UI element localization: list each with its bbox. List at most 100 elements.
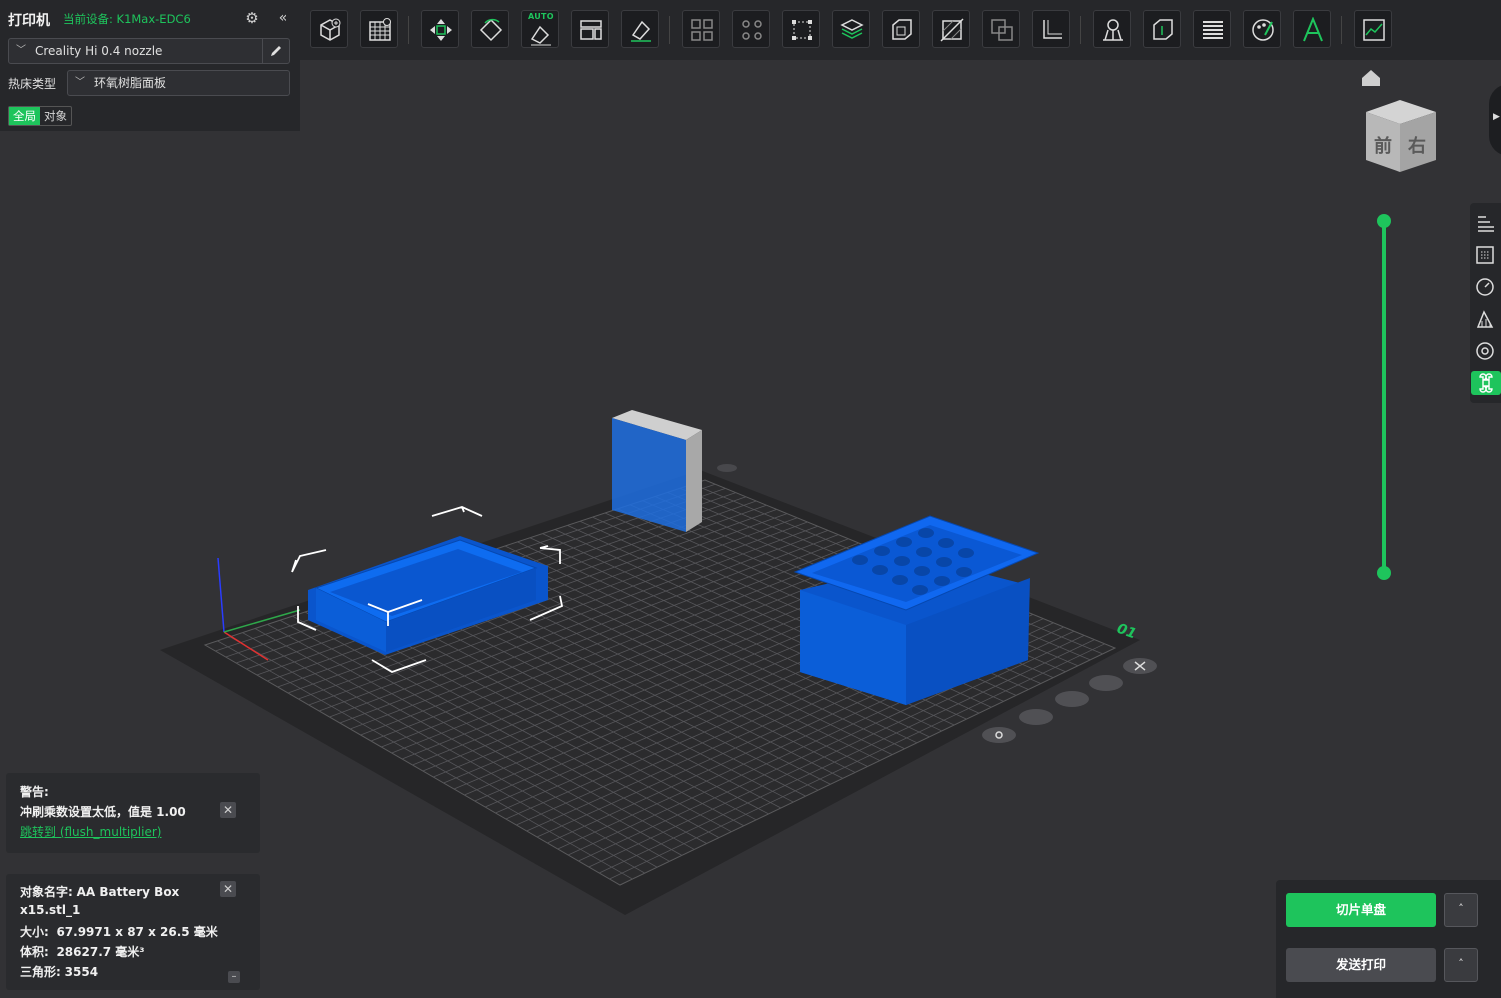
scale-button[interactable]: [782, 10, 820, 48]
layer-slider-track[interactable]: [1377, 214, 1391, 580]
side-support-button[interactable]: [1474, 308, 1498, 332]
seam-button[interactable]: [1143, 10, 1181, 48]
object-name-label: 对象名字:: [20, 885, 73, 899]
layer-slider-bottom-handle[interactable]: [1377, 566, 1391, 580]
assembly-view-button[interactable]: [1354, 10, 1392, 48]
measure-icon: [1043, 20, 1062, 39]
view-cube[interactable]: 前 右: [1366, 100, 1436, 172]
boolean-button[interactable]: [982, 10, 1020, 48]
object-triangles-label: 三角形:: [20, 965, 61, 979]
command-icon: [1479, 373, 1493, 393]
slice-plane-button[interactable]: [832, 10, 870, 48]
split-parts-button[interactable]: [732, 10, 770, 48]
arrange-icon: [580, 20, 602, 40]
object-triangles-value: 3554: [64, 965, 99, 979]
plate-arrange-icon[interactable]: [1089, 675, 1123, 691]
toolbar-divider: [669, 16, 670, 44]
plate-settings-icon[interactable]: [982, 727, 1016, 743]
add-plate-button[interactable]: [360, 10, 398, 48]
cube-face-front: 前: [1374, 135, 1392, 157]
support-paint-button[interactable]: [1093, 10, 1131, 48]
slice-options-button[interactable]: ˄: [1444, 893, 1478, 927]
support-icon: [1476, 310, 1494, 328]
side-layers-button[interactable]: [1474, 212, 1498, 236]
auto-tag: AUTO: [528, 12, 554, 21]
send-print-button[interactable]: 发送打印: [1286, 948, 1436, 982]
action-panel: 切片单盘 ˄ 发送打印 ˄: [1276, 880, 1501, 998]
top-toolbar: AUTO: [300, 0, 1501, 60]
expand-panel-button[interactable]: ▶: [1489, 84, 1501, 156]
object-card-close-icon[interactable]: ✕: [220, 881, 236, 897]
pencil-icon: [271, 46, 281, 56]
warning-link[interactable]: 跳转到 (flush_multiplier): [20, 823, 161, 840]
plate-handle-icon: [717, 464, 737, 472]
printer-title: 打印机: [8, 13, 50, 29]
split-parts-icon: [742, 20, 762, 40]
print-options-button[interactable]: ˄: [1444, 948, 1478, 982]
lay-on-face-icon: [631, 20, 651, 42]
side-filament-button[interactable]: [1474, 340, 1498, 364]
object-card-collapse-icon[interactable]: –: [228, 971, 240, 983]
cube-face-right: 右: [1408, 135, 1426, 157]
purge-tower[interactable]: [612, 410, 702, 532]
plate-lock-icon[interactable]: [1019, 709, 1053, 725]
add-object-button[interactable]: [310, 10, 348, 48]
grid-plate-icon: [369, 18, 391, 41]
object-info-card: 对象名字: AA Battery Box x15.stl_1 大小: 67.99…: [6, 874, 260, 990]
side-speed-button[interactable]: [1474, 276, 1498, 300]
object-name-value: AA Battery Box: [76, 885, 180, 899]
cut-icon: [940, 18, 964, 42]
seam-icon: [1153, 19, 1173, 40]
slice-plate-button[interactable]: 切片单盘: [1286, 893, 1436, 927]
toolbar-divider: [408, 16, 409, 44]
text-button[interactable]: [1293, 10, 1331, 48]
layer-slider-top-handle[interactable]: [1377, 214, 1391, 228]
filament-icon: [1476, 342, 1494, 360]
lay-on-face-button[interactable]: [621, 10, 659, 48]
3d-viewport[interactable]: 01 前 右: [0, 60, 1501, 998]
object-volume-value: 28627.7 毫米³: [56, 945, 145, 959]
side-tool-column: [1470, 203, 1501, 403]
hollow-button[interactable]: [882, 10, 920, 48]
split-objects-button[interactable]: [682, 10, 720, 48]
collapse-panel-icon[interactable]: «: [274, 8, 292, 28]
speed-icon: [1476, 278, 1494, 296]
object-list-icon: [1476, 246, 1494, 264]
auto-orient-icon: [530, 25, 551, 46]
warning-close-icon[interactable]: ✕: [220, 802, 236, 818]
arrange-button[interactable]: [571, 10, 609, 48]
hollow-icon: [892, 19, 912, 40]
expand-arrow-icon: ▶: [1493, 112, 1500, 122]
side-multi-material-button[interactable]: [1471, 371, 1501, 395]
side-object-list-button[interactable]: [1474, 244, 1498, 268]
home-view-icon[interactable]: [1362, 70, 1380, 86]
object-size-value: 67.9971 x 87 x 26.5 毫米: [56, 925, 218, 939]
color-paint-icon: [1252, 19, 1274, 41]
current-device[interactable]: 当前设备: K1Max-EDC6: [63, 11, 191, 27]
rotate-icon: [479, 18, 503, 42]
cut-button[interactable]: [932, 10, 970, 48]
move-button[interactable]: [421, 10, 459, 48]
plate-orient-icon[interactable]: [1055, 691, 1089, 707]
text-icon: [1303, 17, 1323, 42]
color-paint-button[interactable]: [1243, 10, 1281, 48]
rotate-button[interactable]: [471, 10, 509, 48]
settings-gear-icon[interactable]: ⚙: [242, 8, 262, 28]
toolbar-divider: [1341, 16, 1342, 44]
warning-card: 警告: 冲刷乘数设置太低，值是 1.00 跳转到 (flush_multipli…: [6, 773, 260, 853]
object-name-value-cont: x15.stl_1: [20, 903, 81, 917]
auto-orient-button[interactable]: AUTO: [521, 10, 559, 48]
layers-list-icon: [1478, 216, 1494, 232]
layer-icon: [1203, 21, 1223, 39]
add-object-icon: [320, 18, 341, 41]
slice-plane-icon: [840, 19, 864, 39]
scale-icon: [792, 20, 812, 40]
toolbar-divider: [1080, 16, 1081, 44]
measure-button[interactable]: [1032, 10, 1070, 48]
support-paint-icon: [1103, 19, 1123, 41]
layer-button[interactable]: [1193, 10, 1231, 48]
warning-message: 冲刷乘数设置太低，值是 1.00: [20, 805, 186, 819]
printer-header: 打印机 当前设备: K1Max-EDC6 ⚙ «: [8, 8, 292, 30]
split-objects-icon: [691, 19, 713, 41]
boolean-icon: [991, 19, 1013, 41]
